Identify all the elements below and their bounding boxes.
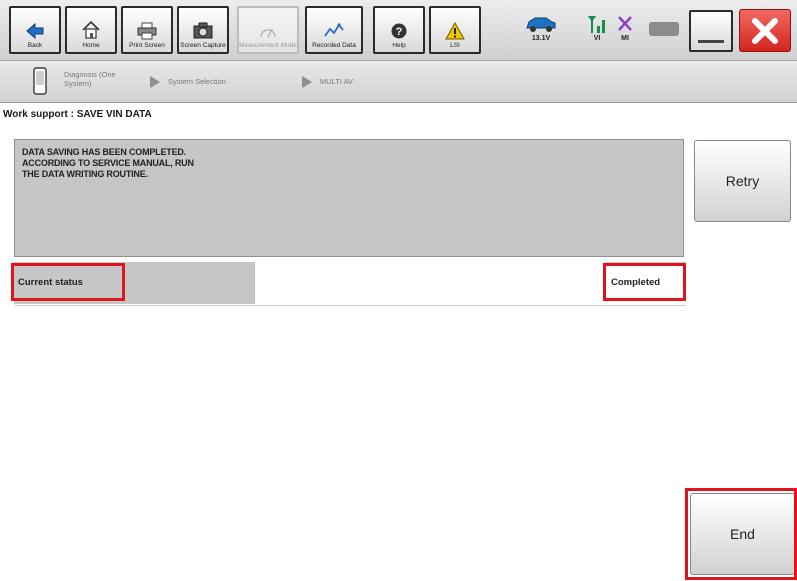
meter-icon: [260, 28, 276, 38]
print-screen-button[interactable]: Print Screen: [121, 6, 173, 54]
minimize-icon: [698, 40, 724, 43]
help-icon: ?: [391, 23, 407, 39]
status-label-highlight: [11, 263, 125, 301]
breadcrumb-item-multi-av: MULTI AV: [320, 77, 354, 86]
recorded-data-button[interactable]: Recorded Data: [305, 6, 363, 54]
breadcrumb-item-diagnosis[interactable]: Diagnosis (One System): [64, 70, 136, 88]
vi-signal-status: VI: [586, 14, 608, 42]
vehicle-battery-status: 13.1V: [524, 14, 558, 42]
top-toolbar: Back Home Print Screen Screen Capture Me…: [0, 0, 797, 61]
message-panel: DATA SAVING HAS BEEN COMPLETED. ACCORDIN…: [14, 139, 684, 257]
back-button[interactable]: Back: [9, 6, 61, 54]
end-button-highlight: [685, 488, 797, 580]
home-button[interactable]: Home: [65, 6, 117, 54]
breadcrumb-item-system-selection[interactable]: System Selection: [168, 77, 226, 86]
measurement-mode-button[interactable]: Measurement Mode: [237, 6, 299, 54]
breadcrumb-arrow-icon: [150, 76, 160, 88]
retry-button[interactable]: Retry: [694, 140, 791, 222]
status-value-highlight: [603, 263, 686, 301]
back-arrow-icon: [26, 22, 44, 40]
device-icon: [33, 67, 47, 95]
breadcrumb: Diagnosis (One System) System Selection …: [0, 61, 797, 103]
help-button[interactable]: ? Help: [373, 6, 425, 54]
lsi-button[interactable]: LSI: [429, 6, 481, 54]
battery-indicator-icon: [649, 22, 679, 36]
breadcrumb-arrow-icon: [302, 76, 312, 88]
close-button[interactable]: [739, 9, 791, 52]
mi-status: MI: [615, 14, 635, 42]
recorded-data-icon: [324, 23, 344, 37]
warning-icon: [445, 22, 465, 40]
close-icon: [752, 17, 778, 44]
camera-icon: [193, 22, 213, 39]
message-line: DATA SAVING HAS BEEN COMPLETED.: [22, 147, 186, 157]
svg-text:?: ?: [396, 26, 403, 38]
page-title: Work support : SAVE VIN DATA: [3, 109, 152, 120]
printer-icon: [137, 22, 157, 40]
signal-icon: [588, 16, 605, 33]
mi-disconnected-icon: [618, 16, 632, 31]
message-line: ACCORDING TO SERVICE MANUAL, RUN: [22, 158, 194, 168]
car-icon: [526, 17, 556, 32]
status-value-cell: [254, 262, 606, 304]
minimize-button[interactable]: [689, 10, 733, 52]
message-line: THE DATA WRITING ROUTINE.: [22, 169, 148, 179]
screen-capture-button[interactable]: Screen Capture: [177, 6, 229, 54]
home-icon: [82, 20, 100, 39]
